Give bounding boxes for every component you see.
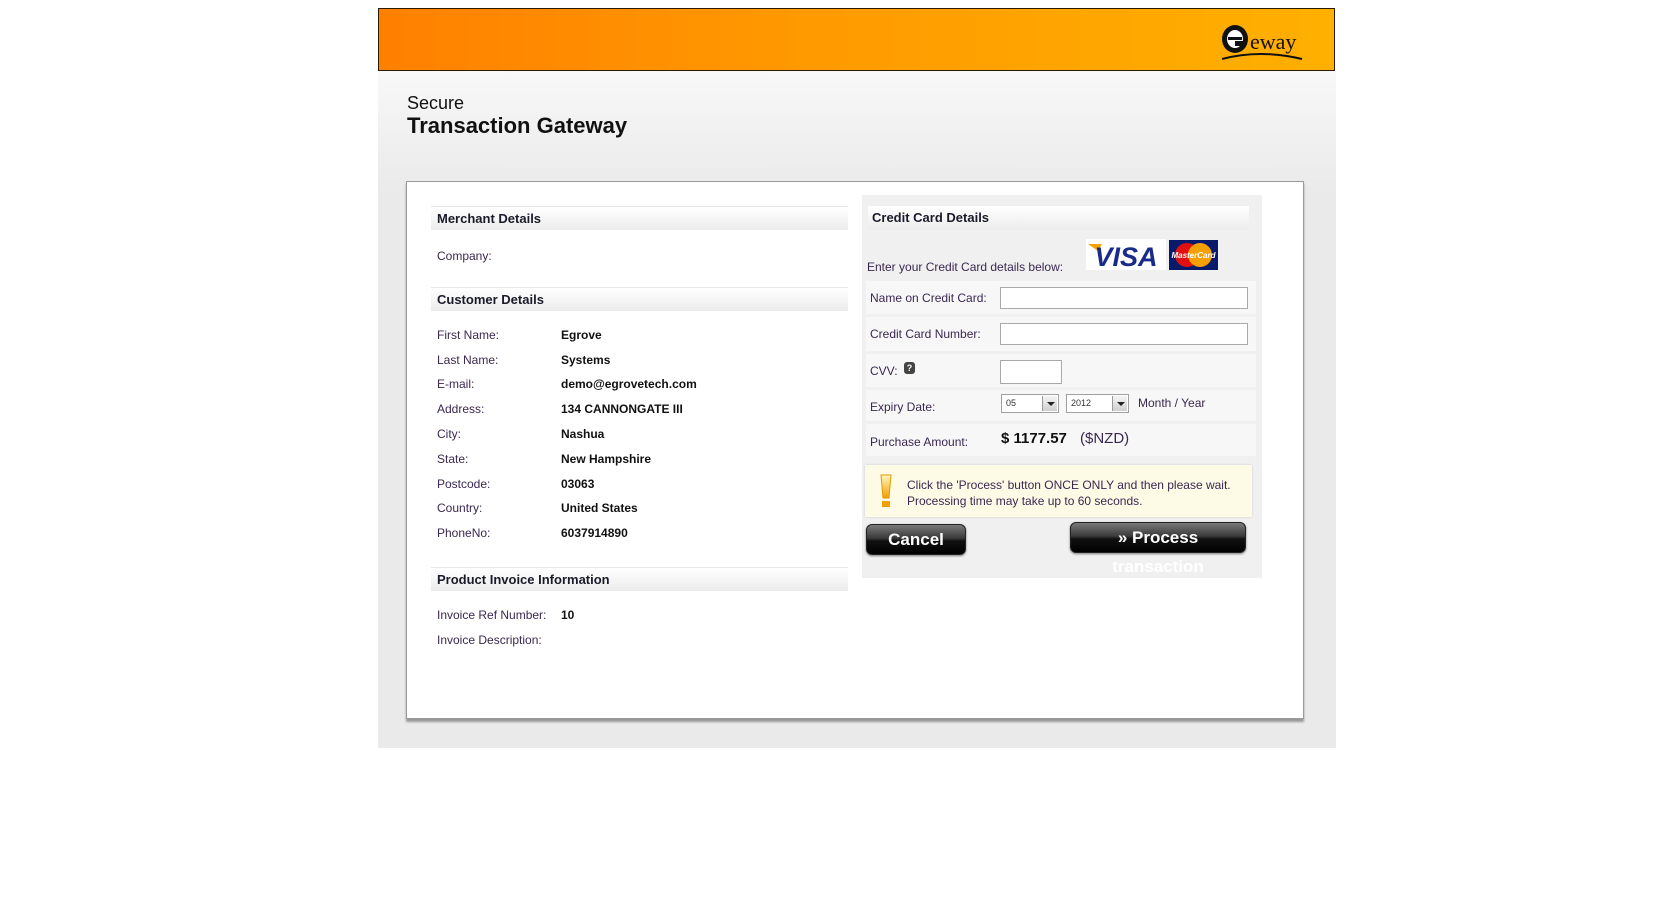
- invoice-description-label: Invoice Description:: [437, 633, 542, 647]
- phone-value: 6037914890: [561, 526, 628, 540]
- address-value: 134 CANNONGATE III: [561, 402, 683, 416]
- card-number-input[interactable]: [1000, 323, 1248, 345]
- credit-card-details-heading: Credit Card Details: [868, 206, 1249, 230]
- name-on-card-label: Name on Credit Card:: [870, 291, 987, 305]
- name-on-card-input[interactable]: [1000, 287, 1248, 309]
- city-value: Nashua: [561, 427, 605, 441]
- invoice-info-heading: Product Invoice Information: [431, 567, 848, 591]
- purchase-amount-label: Purchase Amount:: [870, 435, 969, 449]
- notice-line-1: Click the 'Process' button ONCE ONLY and…: [907, 478, 1231, 492]
- purchase-amount-row: Purchase Amount: $ 1177.57 ($NZD): [866, 424, 1256, 456]
- expiry-month-value: 05: [1006, 398, 1017, 408]
- purchase-amount-value: $ 1177.57: [1001, 430, 1067, 447]
- page-title-secure: Secure: [407, 93, 465, 113]
- city-label: City:: [437, 427, 461, 441]
- customer-details-heading: Customer Details: [431, 287, 848, 311]
- state-label: State:: [437, 452, 469, 466]
- country-value: United States: [561, 501, 638, 515]
- svg-text:MasterCard: MasterCard: [1171, 251, 1216, 260]
- purchase-amount-currency: ($NZD): [1080, 430, 1130, 447]
- name-on-card-row: Name on Credit Card:: [866, 281, 1256, 314]
- credit-card-intro: Enter your Credit Card details below:: [867, 260, 1064, 274]
- notice-line-2: Processing time may take up to 60 second…: [907, 494, 1143, 508]
- first-name-value: Egrove: [561, 328, 602, 342]
- company-label: Company:: [437, 249, 492, 263]
- page-title: Transaction Gateway: [407, 113, 628, 138]
- chevron-down-icon[interactable]: [1112, 396, 1127, 411]
- cvv-help-icon[interactable]: ?: [904, 362, 915, 374]
- first-name-label: First Name:: [437, 328, 500, 342]
- expiry-label: Expiry Date:: [870, 400, 936, 414]
- logo-text: eway: [1250, 29, 1296, 54]
- card-number-row: Credit Card Number:: [866, 317, 1256, 351]
- invoice-ref-label: Invoice Ref Number:: [437, 608, 547, 622]
- postcode-label: Postcode:: [437, 477, 491, 491]
- email-value: demo@egrovetech.com: [561, 377, 697, 391]
- expiry-year-value: 2012: [1071, 398, 1092, 408]
- card-number-label: Credit Card Number:: [870, 327, 981, 341]
- cancel-button[interactable]: Cancel: [866, 524, 966, 555]
- cvv-input[interactable]: [1000, 360, 1062, 384]
- header-banner: eway: [378, 8, 1335, 71]
- expiry-row: Expiry Date: 05 2012 Month / Year: [866, 390, 1256, 421]
- eway-logo: eway: [1221, 25, 1303, 60]
- email-label: E-mail:: [437, 377, 475, 391]
- processing-notice: Click the 'Process' button ONCE ONLY and…: [865, 465, 1252, 517]
- chevron-down-icon[interactable]: [1042, 396, 1057, 411]
- svg-text:VISA: VISA: [1094, 242, 1157, 270]
- state-value: New Hampshire: [561, 452, 652, 466]
- postcode-value: 03063: [561, 477, 595, 491]
- phone-label: PhoneNo:: [437, 526, 491, 540]
- cvv-row: CVV: ?: [866, 354, 1256, 387]
- merchant-details-heading: Merchant Details: [431, 206, 848, 230]
- visa-logo: VISA: [1086, 239, 1166, 270]
- invoice-ref-value: 10: [561, 608, 575, 622]
- cvv-label: CVV:: [870, 364, 898, 378]
- country-label: Country:: [437, 501, 483, 515]
- address-label: Address:: [437, 402, 485, 416]
- process-transaction-button[interactable]: » Process transaction: [1070, 522, 1246, 576]
- expiry-hint: Month / Year: [1138, 396, 1206, 410]
- expiry-month-select[interactable]: 05: [1001, 394, 1059, 413]
- warning-icon: [880, 474, 892, 507]
- expiry-year-select[interactable]: 2012: [1066, 394, 1129, 413]
- last-name-label: Last Name:: [437, 353, 499, 367]
- notice-text: Click the 'Process' button ONCE ONLY and…: [907, 477, 1231, 509]
- last-name-value: Systems: [561, 353, 611, 367]
- mastercard-logo: MasterCard: [1169, 240, 1218, 270]
